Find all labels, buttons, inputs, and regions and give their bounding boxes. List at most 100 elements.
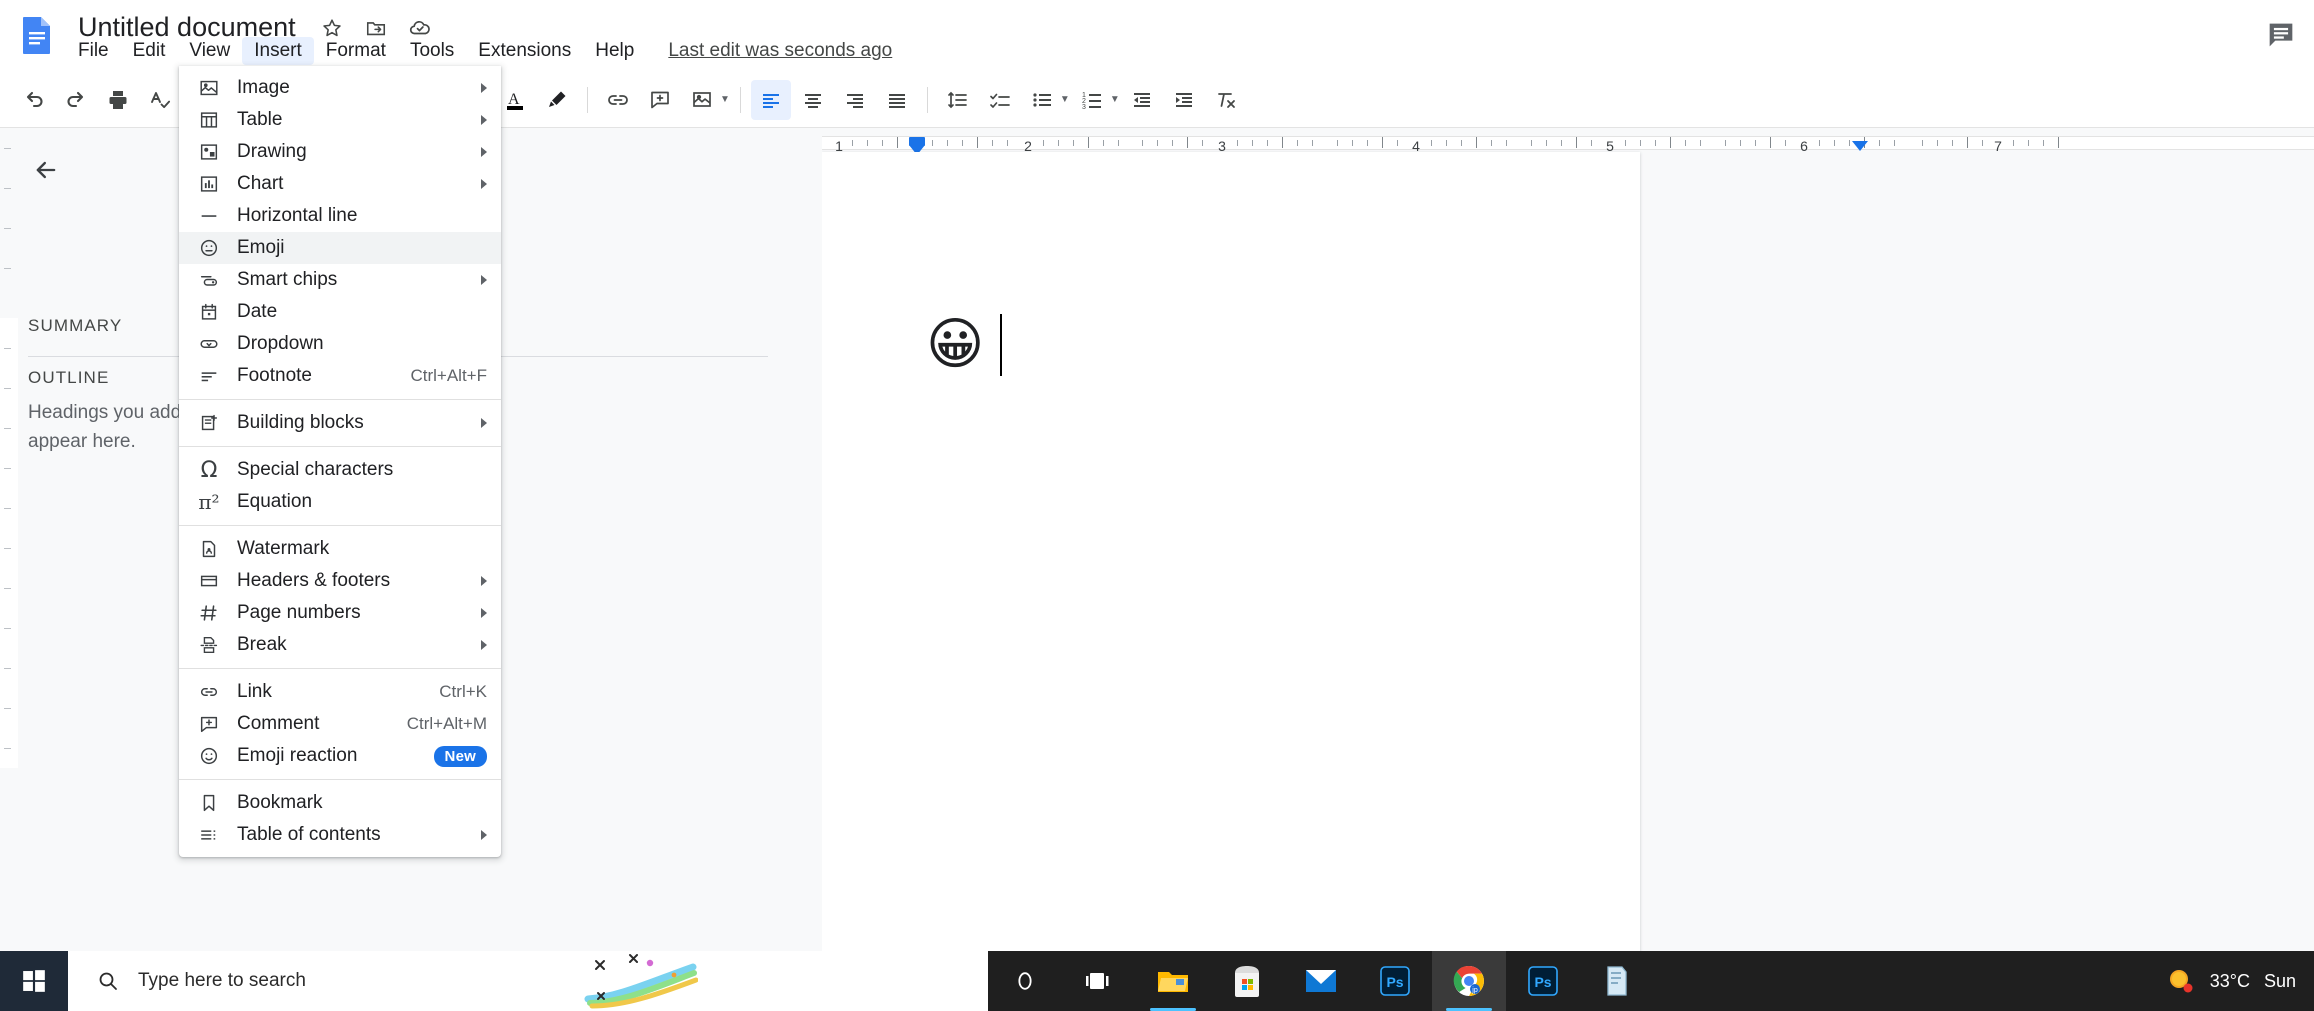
menu-tools[interactable]: Tools xyxy=(398,37,466,65)
start-button[interactable] xyxy=(0,951,68,1011)
menu-item-label: Drawing xyxy=(237,141,307,162)
text-color-icon[interactable]: A xyxy=(495,80,535,120)
search-illustration-icon xyxy=(584,954,698,1009)
photoshop-icon[interactable]: Ps xyxy=(1358,951,1432,1011)
align-justify-icon[interactable] xyxy=(877,80,917,120)
ruler-track: 1 2 3 4 5 6 7 xyxy=(822,136,2314,155)
menu-item-emoji[interactable]: Emoji xyxy=(179,232,501,264)
microsoft-store-icon[interactable] xyxy=(1210,951,1284,1011)
menu-item-building-blocks[interactable]: Building blocks xyxy=(179,407,501,439)
horizontal-ruler[interactable]: 1 2 3 4 5 6 7 xyxy=(822,128,2314,155)
menu-item-dropdown[interactable]: Dropdown xyxy=(179,328,501,360)
search-input[interactable]: Type here to search xyxy=(68,951,988,1011)
menu-file[interactable]: File xyxy=(66,37,121,65)
vertical-ruler[interactable] xyxy=(0,128,18,971)
table-icon xyxy=(197,108,221,132)
mail-icon[interactable] xyxy=(1284,951,1358,1011)
menu-separator xyxy=(179,399,501,400)
menu-item-horizontal-line[interactable]: Horizontal line xyxy=(179,200,501,232)
docs-logo-icon[interactable] xyxy=(16,14,58,56)
align-right-icon[interactable] xyxy=(835,80,875,120)
align-left-icon[interactable] xyxy=(750,79,791,120)
cortana-icon[interactable] xyxy=(988,951,1062,1011)
menu-bar: File Edit View Insert Format Tools Exten… xyxy=(66,36,892,66)
menu-item-drawing[interactable]: Drawing xyxy=(179,136,501,168)
menu-item-break[interactable]: Break xyxy=(179,629,501,661)
search-placeholder: Type here to search xyxy=(138,970,306,991)
app-icon[interactable] xyxy=(1580,951,1654,1011)
toolbar-separator xyxy=(587,86,588,113)
menu-item-label: Emoji xyxy=(237,237,285,258)
numbered-dropdown-caret-icon[interactable]: ▼ xyxy=(1110,94,1120,105)
menu-separator xyxy=(179,668,501,669)
image-dropdown-caret-icon[interactable]: ▼ xyxy=(720,94,730,105)
menu-item-table-of-contents[interactable]: Table of contents xyxy=(179,819,501,851)
insert-image-icon[interactable] xyxy=(682,80,722,120)
footnote-icon xyxy=(197,364,221,388)
menu-view[interactable]: View xyxy=(177,37,242,65)
clear-formatting-icon[interactable] xyxy=(1206,80,1246,120)
document-page[interactable]: 😀 xyxy=(822,152,1640,971)
chrome-icon[interactable]: jp xyxy=(1432,951,1506,1011)
menu-extensions[interactable]: Extensions xyxy=(466,37,583,65)
print-icon[interactable] xyxy=(98,80,138,120)
undo-icon[interactable] xyxy=(14,80,54,120)
menu-item-label: Smart chips xyxy=(237,269,338,290)
bulleted-list-icon[interactable] xyxy=(1022,80,1062,120)
close-outline-button[interactable] xyxy=(24,148,68,192)
file-explorer-icon[interactable] xyxy=(1136,951,1210,1011)
increase-indent-icon[interactable] xyxy=(1164,80,1204,120)
menu-item-link[interactable]: Link Ctrl+K xyxy=(179,676,501,708)
menu-item-label: Page numbers xyxy=(237,602,361,623)
highlight-color-icon[interactable] xyxy=(537,80,577,120)
dropdown-icon xyxy=(197,332,221,356)
insert-link-icon[interactable] xyxy=(598,80,638,120)
page-numbers-icon xyxy=(197,601,221,625)
submenu-arrow-icon xyxy=(481,147,487,157)
menu-item-bookmark[interactable]: Bookmark xyxy=(179,787,501,819)
toolbar-separator xyxy=(926,86,928,113)
document-text-line[interactable]: 😀 xyxy=(926,314,1003,376)
align-center-icon[interactable] xyxy=(793,80,833,120)
svg-text:3: 3 xyxy=(1082,104,1086,111)
task-view-icon[interactable] xyxy=(1062,951,1136,1011)
menu-item-label: Chart xyxy=(237,173,284,194)
menu-item-shortcut: Ctrl+K xyxy=(439,682,487,701)
photoshop-2-icon[interactable]: Ps xyxy=(1506,951,1580,1011)
spelling-check-icon[interactable] xyxy=(140,80,180,120)
document-canvas: 1 2 3 4 5 6 7 😀 xyxy=(822,128,2314,971)
redo-icon[interactable] xyxy=(56,80,96,120)
weather-sun-icon[interactable] xyxy=(2166,966,2196,996)
menu-help[interactable]: Help xyxy=(583,37,646,65)
menu-item-label: Horizontal line xyxy=(237,205,358,226)
last-edit-link[interactable]: Last edit was seconds ago xyxy=(668,40,892,62)
menu-item-watermark[interactable]: Watermark xyxy=(179,533,501,565)
google-docs-window: Untitled document File Edit View Insert … xyxy=(0,0,2314,1011)
menu-format[interactable]: Format xyxy=(314,37,398,65)
menu-item-smart-chips[interactable]: Smart chips xyxy=(179,264,501,296)
menu-item-comment[interactable]: Comment Ctrl+Alt+M xyxy=(179,708,501,740)
add-comment-icon[interactable] xyxy=(640,80,680,120)
menu-item-footnote[interactable]: Footnote Ctrl+Alt+F xyxy=(179,360,501,392)
ruler-number: 7 xyxy=(1994,138,2002,154)
menu-insert[interactable]: Insert xyxy=(242,37,314,65)
menu-item-image[interactable]: Image xyxy=(179,72,501,104)
checklist-icon[interactable] xyxy=(980,80,1020,120)
menu-item-chart[interactable]: Chart xyxy=(179,168,501,200)
menu-edit[interactable]: Edit xyxy=(121,37,178,65)
menu-item-equation[interactable]: π² Equation xyxy=(179,486,501,518)
decrease-indent-icon[interactable] xyxy=(1122,80,1162,120)
bullet-dropdown-caret-icon[interactable]: ▼ xyxy=(1060,94,1070,105)
menu-item-table[interactable]: Table xyxy=(179,104,501,136)
menu-item-special-characters[interactable]: Ω Special characters xyxy=(179,454,501,486)
numbered-list-icon[interactable]: 1 2 3 xyxy=(1072,80,1112,120)
comment-history-icon[interactable] xyxy=(2264,18,2298,52)
menu-item-headers-footers[interactable]: Headers & footers xyxy=(179,565,501,597)
menu-item-emoji-reaction[interactable]: Emoji reaction New xyxy=(179,740,501,772)
ruler-number: 6 xyxy=(1800,138,1808,154)
line-spacing-icon[interactable] xyxy=(938,80,978,120)
headers-footers-icon xyxy=(197,569,221,593)
menu-item-date[interactable]: Date xyxy=(179,296,501,328)
right-indent-marker[interactable] xyxy=(1852,141,1868,151)
menu-item-page-numbers[interactable]: Page numbers xyxy=(179,597,501,629)
